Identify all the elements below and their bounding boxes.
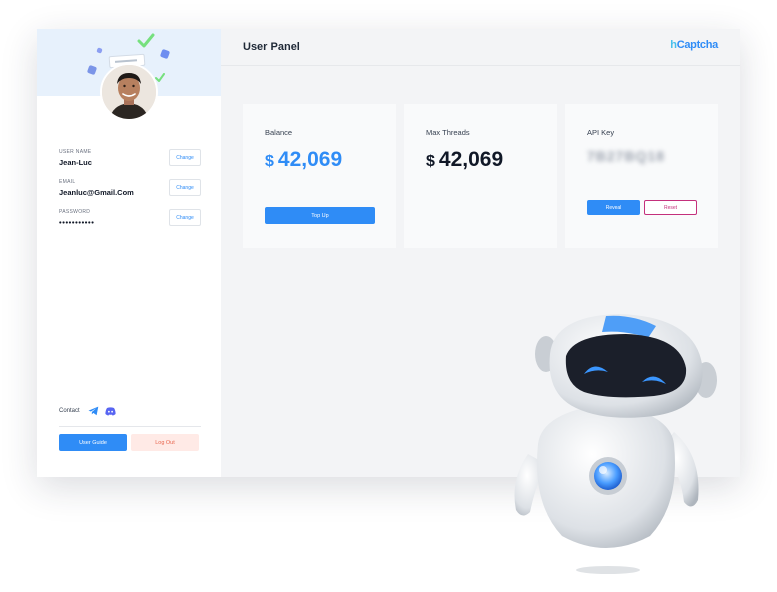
- balance-title: Balance: [265, 128, 293, 137]
- balance-amount: 42,069: [277, 148, 343, 171]
- brand-accent: Captcha: [676, 39, 719, 51]
- robot-mascot: [514, 314, 717, 574]
- api-key-card: API Key 7B27BQ18 Reveal Reset: [565, 104, 718, 248]
- checkmark-icon: [137, 33, 155, 48]
- password-value: •••••••••••: [59, 218, 95, 227]
- reset-button[interactable]: Reset: [644, 200, 697, 215]
- cube-decoration: [159, 48, 171, 60]
- sidebar: USER NAME Jean-Luc Change EMAIL Jeanluc@…: [37, 29, 221, 477]
- email-value: Jeanluc@Gmail.Com: [59, 188, 134, 197]
- header: User Panel hCaptcha: [221, 29, 740, 66]
- balance-card: Balance $42,069 Top Up: [243, 104, 396, 248]
- field-username: USER NAME Jean-Luc Change: [59, 149, 201, 177]
- field-password: PASSWORD ••••••••••• Change: [59, 209, 201, 237]
- sidebar-divider: [59, 426, 201, 427]
- cube-decoration: [86, 64, 98, 76]
- threads-currency: $: [426, 153, 435, 170]
- username-label: USER NAME: [59, 149, 92, 155]
- username-value: Jean-Luc: [59, 158, 92, 167]
- threads-title: Max Threads: [426, 128, 470, 137]
- user-guide-button[interactable]: User Guide: [59, 434, 127, 451]
- balance-currency: $: [265, 153, 274, 170]
- reveal-button[interactable]: Reveal: [587, 200, 640, 215]
- checkmark-icon: [155, 73, 165, 82]
- brand-logo[interactable]: hCaptcha: [670, 39, 718, 51]
- change-username-button[interactable]: Change: [169, 149, 201, 166]
- email-label: EMAIL: [59, 179, 76, 185]
- contact-row: Contact: [59, 405, 122, 417]
- change-password-button[interactable]: Change: [169, 209, 201, 226]
- max-threads-card: Max Threads $42,069: [404, 104, 557, 248]
- balance-value: $42,069: [265, 148, 342, 172]
- api-key-value: 7B27BQ18: [587, 148, 666, 164]
- avatar-image: [102, 65, 156, 119]
- password-label: PASSWORD: [59, 209, 91, 215]
- top-up-button[interactable]: Top Up: [265, 207, 375, 224]
- threads-amount: 42,069: [438, 148, 504, 171]
- api-key-title: API Key: [587, 128, 615, 137]
- avatar[interactable]: [100, 63, 158, 121]
- cube-decoration: [96, 47, 103, 54]
- change-email-button[interactable]: Change: [169, 179, 201, 196]
- log-out-button[interactable]: Log Out: [131, 434, 199, 451]
- field-email: EMAIL Jeanluc@Gmail.Com Change: [59, 179, 201, 207]
- telegram-icon[interactable]: [88, 406, 99, 417]
- page-title: User Panel: [243, 41, 300, 53]
- contact-label: Contact: [59, 408, 80, 414]
- discord-icon[interactable]: [105, 406, 116, 417]
- threads-value: $42,069: [426, 148, 503, 172]
